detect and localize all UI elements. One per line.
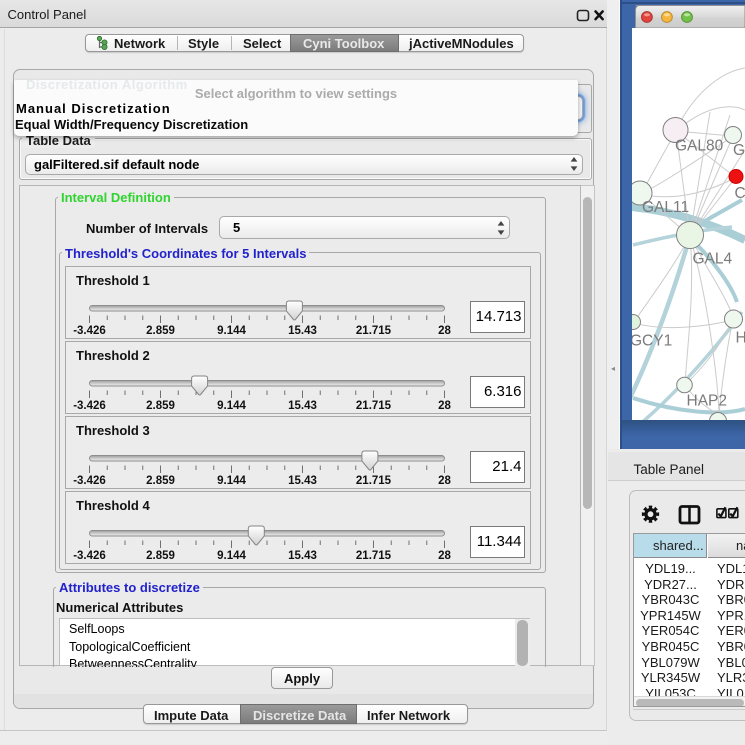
svg-text:2.859: 2.859	[146, 475, 175, 487]
svg-text:2.859: 2.859	[146, 400, 175, 412]
svg-text:28: 28	[438, 475, 451, 487]
svg-text:9.144: 9.144	[217, 550, 246, 562]
svg-text:15.43: 15.43	[288, 325, 317, 337]
svg-text:H: H	[736, 330, 745, 347]
svg-text:GAL11: GAL11	[642, 199, 689, 216]
svg-text:15.43: 15.43	[288, 475, 317, 487]
svg-text:21.715: 21.715	[356, 475, 392, 487]
svg-text:-3.426: -3.426	[73, 475, 106, 487]
svg-text:15.43: 15.43	[288, 550, 317, 562]
svg-text:-3.426: -3.426	[73, 550, 106, 562]
svg-text:C: C	[735, 185, 745, 202]
svg-text:9.144: 9.144	[217, 400, 246, 412]
svg-text:21.715: 21.715	[356, 550, 392, 562]
svg-text:GAL80: GAL80	[675, 138, 724, 155]
svg-text:21.715: 21.715	[356, 400, 392, 412]
svg-text:28: 28	[438, 325, 451, 337]
svg-text:9.144: 9.144	[217, 325, 246, 337]
svg-text:GAL4: GAL4	[693, 251, 733, 268]
svg-text:HAP2: HAP2	[687, 393, 728, 410]
svg-text:2.859: 2.859	[146, 325, 175, 337]
svg-text:28: 28	[438, 400, 451, 412]
svg-text:GCY1: GCY1	[630, 333, 672, 350]
svg-text:-3.426: -3.426	[73, 400, 106, 412]
svg-text:15.43: 15.43	[288, 400, 317, 412]
svg-text:21.715: 21.715	[356, 325, 392, 337]
svg-text:2.859: 2.859	[146, 550, 175, 562]
svg-text:-3.426: -3.426	[73, 325, 106, 337]
svg-text:G.: G.	[733, 142, 745, 159]
svg-text:9.144: 9.144	[217, 475, 246, 487]
svg-text:28: 28	[438, 550, 451, 562]
